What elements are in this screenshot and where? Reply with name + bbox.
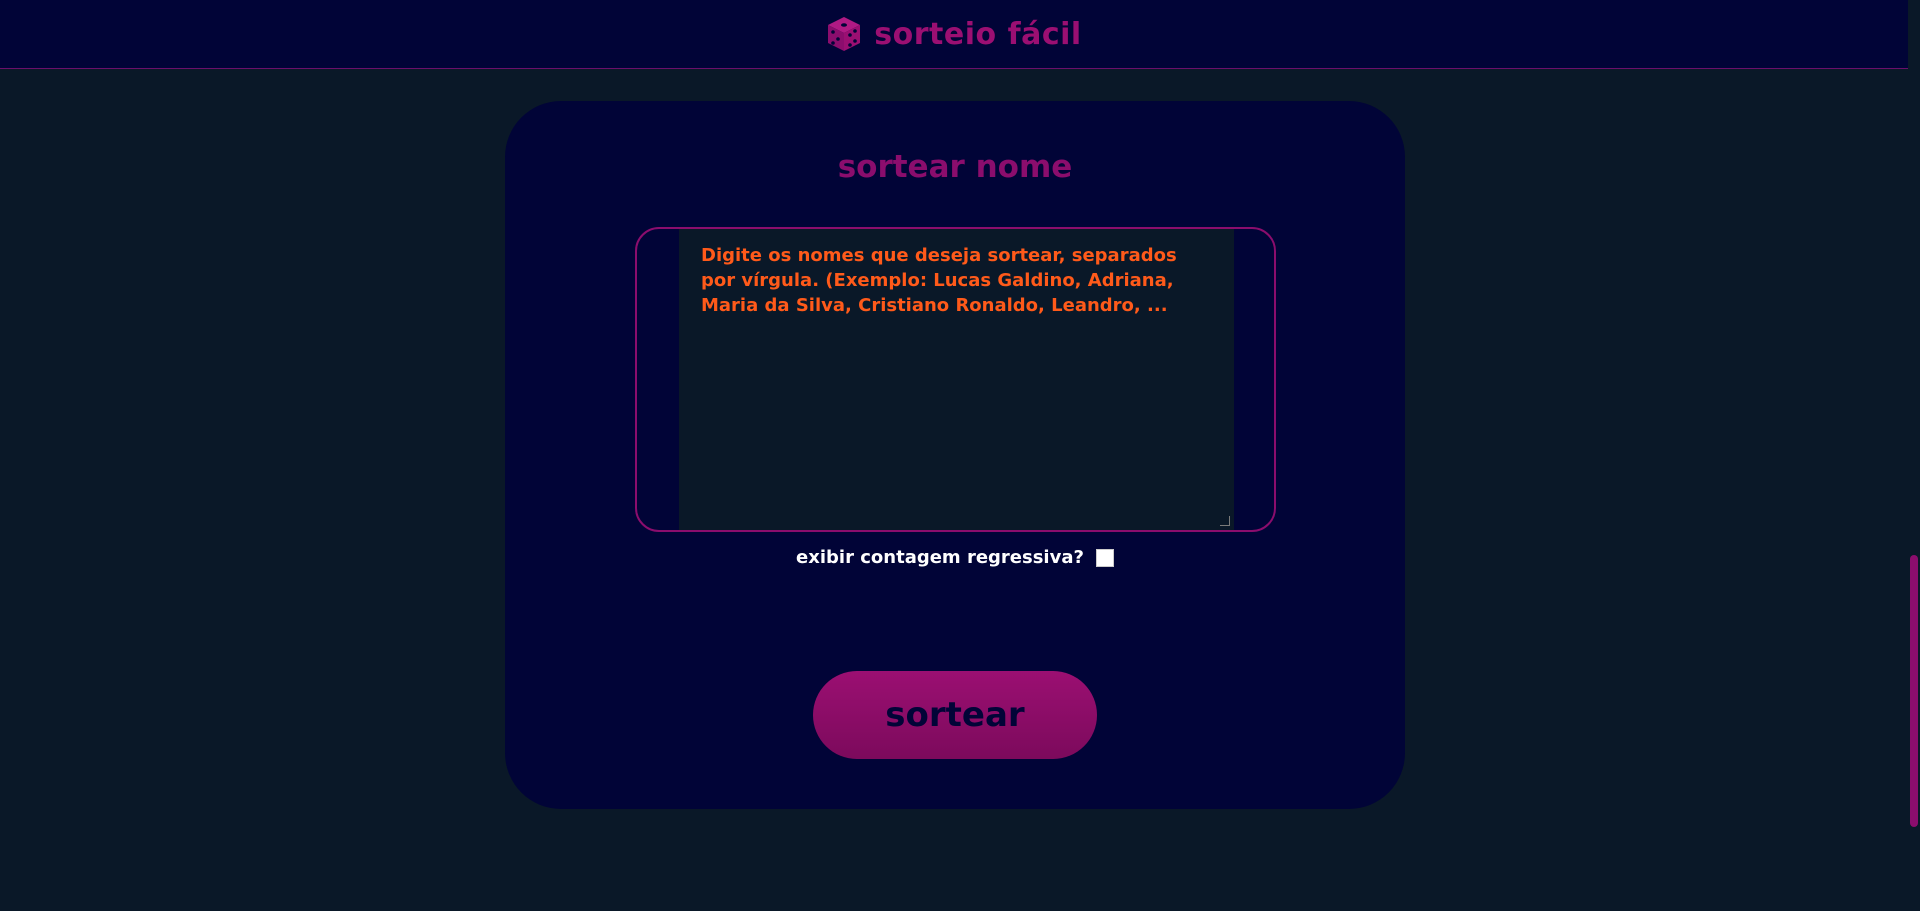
app-title: sorteio fácil xyxy=(874,16,1082,52)
app-header: sorteio fácil xyxy=(0,0,1908,69)
names-input-frame xyxy=(635,227,1276,532)
countdown-checkbox[interactable] xyxy=(1095,548,1114,567)
dice-icon xyxy=(828,17,861,51)
names-input[interactable] xyxy=(679,229,1234,530)
brand[interactable]: sorteio fácil xyxy=(826,15,1081,53)
scrollbar-thumb[interactable] xyxy=(1910,555,1918,827)
draw-name-card: sortear nome exibir contagem regressiva?… xyxy=(505,101,1405,809)
countdown-option: exibir contagem regressiva? xyxy=(505,547,1405,568)
draw-button[interactable]: sortear xyxy=(813,671,1097,759)
resize-handle[interactable] xyxy=(1220,516,1230,526)
countdown-label: exibir contagem regressiva? xyxy=(796,547,1084,568)
card-title: sortear nome xyxy=(837,149,1073,185)
page-scrollbar[interactable] xyxy=(1908,0,1920,911)
